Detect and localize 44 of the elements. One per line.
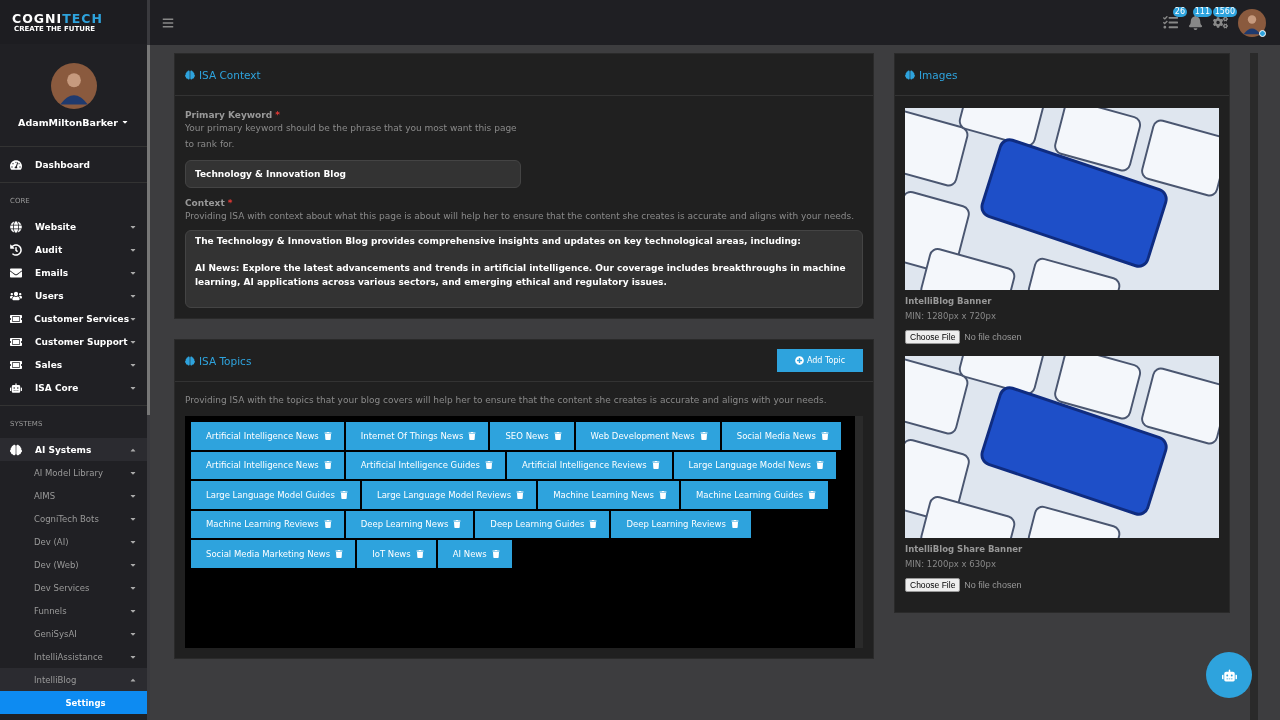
- sidebar-item[interactable]: Customer Support: [0, 330, 147, 353]
- size-hint: MIN: 1200px x 630px: [905, 559, 997, 569]
- sidebar-item[interactable]: Emails: [0, 261, 147, 284]
- sidebar-item[interactable]: AIMS: [0, 484, 147, 507]
- sidebar-item[interactable]: CogniTech Bots: [0, 507, 147, 530]
- sidebar-item[interactable]: Users: [0, 284, 147, 307]
- file-status: No file chosen: [964, 580, 1022, 590]
- image-label: IntelliBlog Banner: [905, 296, 993, 306]
- count-badge: 111: [1192, 7, 1212, 17]
- text-area[interactable]: The Technology & Innovation Blog provides comprehensive insights and updates on key technological areas, including: AI News: Explore the latest advancements and trends in artificial intelligence. Our coverage includes breakthroughs in machine learning, AI applications across various sectors, and emerging ethical and regulatory issues.: [185, 230, 863, 308]
- help-text: Providing ISA with the topics that your blog covers will help her to ensure that the content she creates is accurate and aligns with your needs.: [185, 394, 828, 407]
- image-label: IntelliBlog Share Banner: [905, 544, 1024, 554]
- sidebar-item[interactable]: ISA Core: [0, 376, 147, 399]
- sidebar-item[interactable]: Sales: [0, 353, 147, 376]
- sidebar-item[interactable]: Funnels: [0, 599, 147, 622]
- panel-title: ISA Topics: [185, 354, 252, 367]
- help-text: Providing ISA with context about what this page is about will help her to ensure that the content she creates is accurate and aligns with your needs.: [185, 210, 856, 223]
- sidebar-item[interactable]: IntelliBlog: [0, 668, 147, 691]
- sidebar-item[interactable]: Dev (Web): [0, 553, 147, 576]
- panel-title: ISA Context: [185, 68, 261, 81]
- sidebar-item[interactable]: Settings: [0, 691, 147, 714]
- sidebar-item[interactable]: Customer Services: [0, 307, 147, 330]
- sidebar-item[interactable]: Dashboard: [0, 153, 147, 176]
- sidebar-item[interactable]: Dev Services: [0, 576, 147, 599]
- help-text: Your primary keyword should be the phrase that you most want this page to rank for.: [185, 122, 518, 151]
- sidebar-item[interactable]: Dev (AI): [0, 530, 147, 553]
- choose-file-button[interactable]: Choose File: [905, 578, 961, 592]
- user-menu[interactable]: AdamMiltonBarker: [18, 116, 129, 128]
- field-label: Primary Keyword *: [185, 110, 282, 120]
- count-badge: 1560: [1212, 7, 1237, 17]
- sidebar-item[interactable]: Audit: [0, 238, 147, 261]
- file-status: No file chosen: [964, 332, 1022, 342]
- field-label: Context *: [185, 198, 234, 208]
- count-badge: 26: [1172, 7, 1187, 17]
- size-hint: MIN: 1280px x 720px: [905, 311, 997, 321]
- logo[interactable]: COGNITECH: [12, 11, 147, 25]
- sidebar-item[interactable]: GeniSysAI: [0, 622, 147, 645]
- sidebar-item[interactable]: AI Model Library: [0, 461, 147, 484]
- panel-title: Images: [905, 68, 958, 81]
- choose-file-button[interactable]: Choose File: [905, 330, 961, 344]
- input-field[interactable]: Technology & Innovation Blog: [185, 160, 521, 188]
- sidebar-item[interactable]: IntelliAssistance: [0, 645, 147, 668]
- sidebar-item[interactable]: AI Systems: [0, 438, 147, 461]
- sidebar-item[interactable]: Website: [0, 215, 147, 238]
